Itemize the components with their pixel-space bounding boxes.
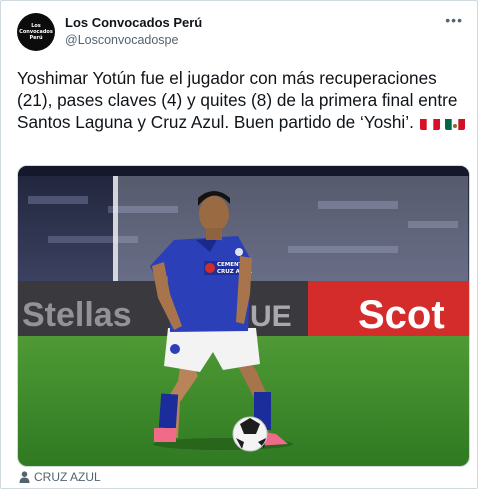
tweet-photo[interactable]: Stellas UE Scot CEMENTO CRUZ AZUL: [17, 165, 470, 467]
billboard-right-text: Scot: [358, 293, 445, 337]
more-options-icon[interactable]: •••: [445, 12, 463, 28]
soccer-ball: [232, 416, 268, 452]
avatar-logo-text: Los Convocados Perú: [19, 23, 53, 41]
tweet-text: Yoshimar Yotún fue el jugador con más re…: [17, 67, 469, 133]
billboard-left-text: Stellas: [22, 296, 132, 334]
mexico-flag-icon: [445, 116, 466, 130]
tweet-card: Los Convocados Perú Los Convocados Perú @…: [0, 0, 478, 489]
football-player-photo: Stellas UE Scot CEMENTO CRUZ AZUL: [18, 166, 469, 466]
tweet-body: Yoshimar Yotún fue el jugador con más re…: [17, 68, 458, 132]
peru-flag-icon: [419, 116, 440, 130]
person-icon: [19, 471, 30, 483]
media-tag-label: CRUZ AZUL: [34, 470, 101, 484]
author-handle[interactable]: @Losconvocadospe: [65, 33, 178, 47]
billboard-mid-text: UE: [250, 300, 292, 333]
avatar[interactable]: Los Convocados Perú: [17, 13, 55, 51]
media-tag[interactable]: CRUZ AZUL: [19, 470, 101, 484]
author-name[interactable]: Los Convocados Perú: [65, 15, 202, 30]
